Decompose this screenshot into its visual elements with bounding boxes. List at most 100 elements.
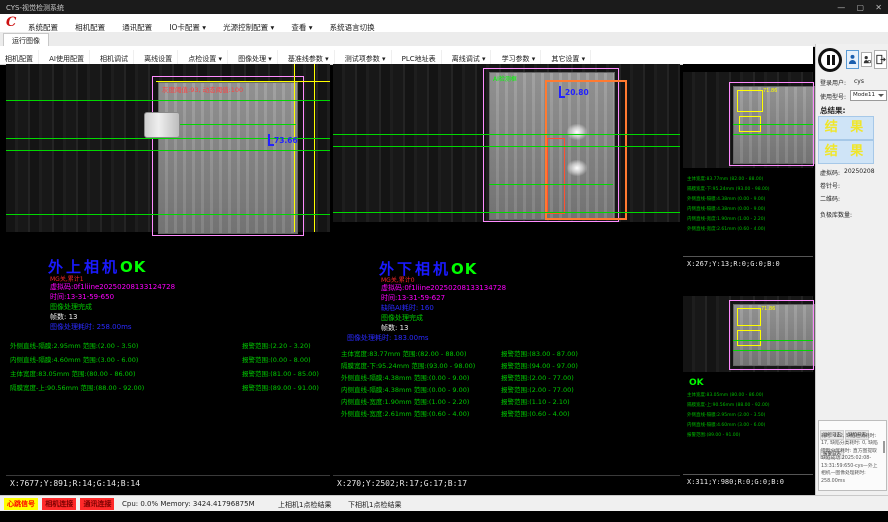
connector-part [144, 112, 180, 138]
baseline [733, 350, 813, 351]
divider [6, 475, 330, 476]
menu-light-config[interactable]: 光源控制配置 ▾ [217, 19, 280, 33]
pause-icon [827, 55, 830, 65]
small-bottom-camera-view[interactable]: 71.86 OK 主体宽度:83.05mm (80.00 - 86.00) 隔膜… [683, 280, 813, 494]
user-login-button[interactable] [846, 50, 859, 69]
menu-system-config[interactable]: 系统配置 [22, 19, 64, 33]
elapsed-line: 图像处理耗时: 183.00ms [347, 333, 429, 343]
measure-value-label: 71.86 [763, 88, 777, 94]
tool-ai-use-config[interactable]: AI使用配置 [44, 50, 90, 64]
measure-line [294, 64, 295, 232]
measure-value-label: 20.80 [565, 88, 589, 97]
alarm-range: 报警范围:(2.00 - 77.00) [501, 372, 574, 382]
measure-text: 主体宽度:83.05mm 范围:(80.00 - 86.00) [10, 370, 135, 378]
tool-test-params[interactable]: 测试项参数 ▾ [340, 50, 392, 64]
menu-io-config[interactable]: IO卡配置 ▾ [163, 19, 212, 33]
log-scrollbar[interactable] [883, 441, 885, 453]
pause-icon [832, 55, 835, 65]
maximize-button[interactable]: ▢ [857, 3, 865, 12]
exit-button[interactable] [874, 50, 887, 69]
tool-offline-debug[interactable]: 离线调试 ▾ [447, 50, 492, 64]
measure-text: 隔膜宽度-下:95.24mm 范围:(93.00 - 98.00) [341, 362, 475, 370]
menu-language-switch[interactable]: 系统语言切换 [324, 19, 381, 33]
tool-image-processing[interactable]: 图像处理 ▾ [233, 50, 278, 64]
tiny-measure-line: 隔膜宽度-上:90.56mm (88.00 - 92.00) [687, 402, 769, 408]
alarm-range: 报警范围:(1.10 - 2.10) [501, 396, 570, 406]
tool-spotcheck-settings[interactable]: 点检设置 ▾ [183, 50, 228, 64]
pixel-coordinate-readout: X:267;Y:13;R:0;G:0;B:0 [687, 260, 780, 268]
tool-baseline-params[interactable]: 基准线参数 ▾ [283, 50, 335, 64]
small-top-image: 71.86 [683, 72, 813, 168]
pause-button[interactable] [818, 48, 842, 72]
alarm-range: 报警范围:(89.00 - 91.00) [242, 382, 319, 392]
result-box-top: 结 果 [818, 116, 874, 140]
alarm-text: 报警范围:(89.00 - 91.00) [242, 384, 319, 392]
alarm-range: 报警范围:(0.00 - 8.00) [242, 354, 311, 364]
top-camera-spotcheck-result[interactable]: 上相机1点检结果 [278, 500, 331, 510]
tiny-measure-line: 外侧直线-宽度:2.61mm (0.60 - 4.00) [687, 226, 765, 232]
menu-view[interactable]: 查看 ▾ [285, 19, 318, 33]
alarm-text: 报警范围:(0.00 - 8.00) [242, 356, 311, 364]
measure-text: 内侧直线-隔膜:4.38mm 范围:(0.00 - 9.00) [341, 386, 469, 394]
done-line: 图像处理完成 [381, 313, 423, 323]
tiny-measure-line: 隔膜宽度-下:95.24mm (93.00 - 98.00) [687, 186, 769, 192]
bottom-strip [0, 511, 888, 522]
measure-text: 内侧直线-宽度:1.90mm 范围:(1.00 - 2.20) [341, 398, 469, 406]
tool-camera-config[interactable]: 相机配置 [0, 50, 39, 64]
left-camera-view[interactable]: 灰度阈值:93, 动态阈值:100 73.66 外上相机OK MG关,累计1 虚… [6, 64, 330, 495]
minimize-button[interactable]: — [837, 3, 845, 12]
app-logo-icon: C [6, 15, 16, 30]
pixel-coordinate-readout: X:7677;Y:891;R:14;G:14;B:14 [10, 479, 140, 488]
alarm-text: 报警范围:(2.20 - 3.20) [242, 342, 311, 350]
control-panel: 登录用户: cys 使用型号: Mode11 总结果: 结 果 结 果 虚拟码:… [815, 44, 888, 495]
frame-count-line: 帧数: 13 [50, 312, 78, 322]
alarm-text: 报警范围:(81.00 - 85.00) [242, 370, 319, 378]
tool-plc-address-table[interactable]: PLC地址表 [397, 50, 442, 64]
tiny-measure-line: 外侧直线-隔膜:4.38mm (0.00 - 9.00) [687, 196, 765, 202]
measure-text: 内侧直线-隔膜:4.60mm 范围:(3.00 - 6.00) [10, 356, 138, 364]
tool-learning-params[interactable]: 学习参数 ▾ [497, 50, 542, 64]
measure-text: 外侧直线-宽度:2.61mm 范围:(0.60 - 4.00) [341, 410, 469, 418]
measurement-row: 外侧直线-宽度:2.61mm 范围:(0.60 - 4.00) [341, 408, 469, 418]
tool-offline-settings[interactable]: 离线设置 [139, 50, 178, 64]
measure-rect [737, 90, 763, 112]
camera-connection-badge: 相机连接 [42, 498, 76, 510]
measure-text: 主体宽度:83.77mm 范围:(82.00 - 88.00) [341, 350, 466, 358]
barcode-line: 虚拟码:0f1liine20250208133124728 [50, 282, 175, 292]
user-gear-icon [863, 55, 871, 65]
status-ok: OK [451, 260, 477, 278]
menu-camera-config[interactable]: 相机配置 [69, 19, 111, 33]
measure-text: 外侧直线-隔膜:2.95mm 范围:(2.00 - 3.50) [10, 342, 138, 350]
alarm-text: 报警范围:(83.00 - 87.00) [501, 350, 578, 358]
user-settings-button[interactable] [861, 52, 872, 67]
status-ok: OK [689, 378, 704, 388]
model-select[interactable]: Mode11 [850, 90, 887, 101]
bottom-camera-spotcheck-result[interactable]: 下相机1点检结果 [348, 500, 401, 510]
measure-line [314, 64, 315, 232]
measure-value-label: 73.66 [274, 136, 298, 145]
winding-needle-label: 卷针号: [820, 181, 840, 190]
virtual-code-value: 20250208 [844, 168, 875, 175]
threshold-overlay-text: 灰度阈值:93, 动态阈值:100 [162, 84, 243, 94]
baseline [333, 134, 680, 135]
menu-comm-config[interactable]: 通讯配置 [116, 19, 158, 33]
alarm-range: 报警范围:(0.60 - 4.00) [501, 408, 570, 418]
ai-elapsed-line: 缺陷AI耗时: 160 [381, 303, 434, 313]
tiny-measure-line: 内侧直线-隔膜:4.60mm (3.00 - 6.00) [687, 422, 765, 428]
close-button[interactable]: ✕ [875, 3, 882, 12]
model-label: 使用型号: [820, 92, 846, 101]
middle-camera-view[interactable]: AI检测框 20.80 外下相机OK MG关,累计0 虚拟码:0f1liine2… [333, 64, 680, 495]
measurement-row: 外侧直线-隔膜:2.95mm 范围:(2.00 - 3.50) [10, 340, 138, 350]
pixel-coordinate-readout: X:311;Y:980;R:0;G:0;B:0 [687, 478, 784, 486]
measurement-row: 主体宽度:83.77mm 范围:(82.00 - 88.00) [341, 348, 466, 358]
measurement-row: 外侧直线-隔膜:4.38mm 范围:(0.00 - 9.00) [341, 372, 469, 382]
tool-camera-debug[interactable]: 相机调试 [95, 50, 134, 64]
measurement-row: 隔膜宽度-上:90.56mm 范围:(88.00 - 92.00) [10, 382, 144, 392]
small-top-camera-view[interactable]: 71.86 主体宽度:83.77mm (82.00 - 88.00) 隔膜宽度-… [683, 64, 813, 276]
log-box[interactable]: 运行日志缺陷日志报警日志 耗时: 222, 缺陷检测耗时: 17, 缺陷分类耗时… [818, 420, 887, 491]
barcode-line: 虚拟码:0f1liine20250208133134728 [381, 283, 506, 293]
baseline [6, 100, 330, 101]
baseline [733, 340, 813, 341]
tool-other-settings[interactable]: 其它设置 ▾ [546, 50, 591, 64]
tiny-measure-line: 内侧直线-隔膜:4.38mm (0.00 - 9.00) [687, 206, 765, 212]
